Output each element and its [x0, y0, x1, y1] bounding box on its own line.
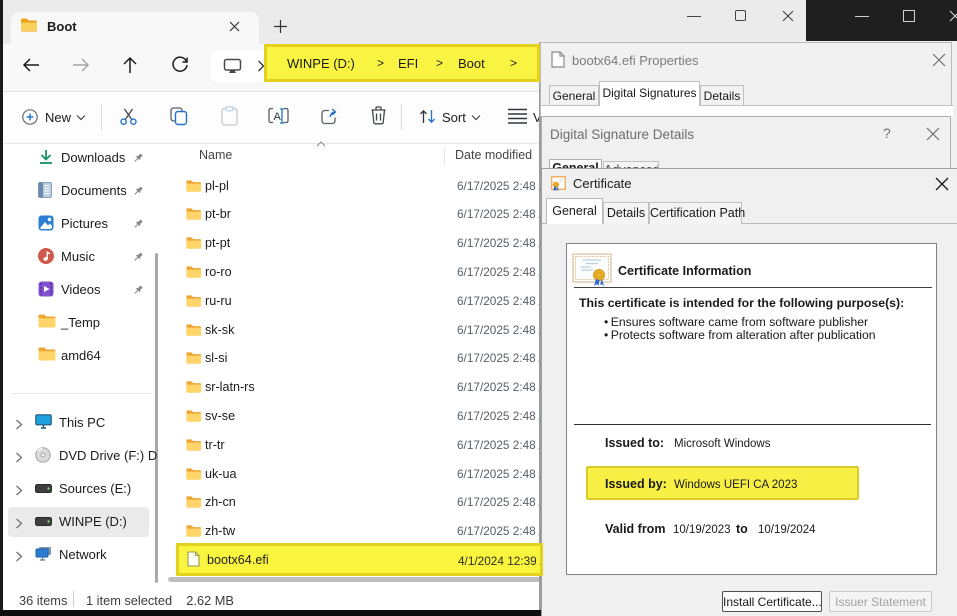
svg-text:A: A: [274, 111, 282, 123]
